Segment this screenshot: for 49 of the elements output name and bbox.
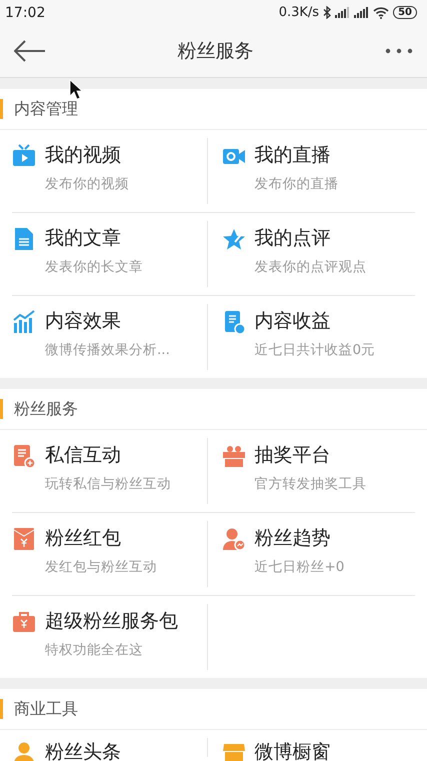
- more-icon: [385, 48, 413, 54]
- service-description: 玩转私信与粉丝互动: [45, 475, 172, 493]
- signal-icon: [335, 7, 350, 18]
- section-title: 粉丝服务: [14, 398, 78, 420]
- gift-icon: [222, 444, 246, 468]
- page-title: 粉丝服务: [176, 39, 254, 64]
- back-button[interactable]: [14, 40, 46, 62]
- service-title[interactable]: 粉丝趋势: [254, 526, 330, 551]
- service-title[interactable]: 内容效果: [45, 309, 121, 334]
- user-icon: [12, 740, 36, 761]
- service-description: 发表你的长文章: [45, 258, 144, 276]
- service-title[interactable]: 抽奖平台: [254, 443, 330, 468]
- message-plus-icon: [12, 444, 36, 468]
- wifi-icon: [373, 6, 390, 18]
- service-description: 发表你的点评观点: [254, 258, 368, 276]
- section-title: 商业工具: [14, 698, 78, 720]
- service-title[interactable]: 我的点评: [254, 226, 330, 251]
- star-pen-icon: [222, 226, 246, 250]
- envelope-icon: [12, 526, 36, 550]
- network-speed: 0.3K/s: [278, 5, 320, 20]
- service-description: 发红包与粉丝互动: [45, 558, 158, 576]
- more-button[interactable]: [385, 48, 413, 54]
- service-title[interactable]: 我的视频: [45, 143, 121, 168]
- service-description: 近七日粉丝+0: [254, 558, 346, 576]
- service-description: 近七日共计收益0元: [254, 341, 376, 359]
- bluetooth-icon: [323, 6, 332, 19]
- service-title[interactable]: 私信互动: [45, 443, 121, 468]
- service-description: 发布你的视频: [45, 175, 130, 193]
- clock-time: 17:02: [5, 4, 46, 20]
- service-title[interactable]: 超级粉丝服务包: [45, 609, 178, 634]
- back-arrow-icon: [14, 40, 46, 62]
- user-trend-icon: [222, 526, 246, 550]
- service-description: 特权功能全在这: [45, 641, 144, 659]
- service-title[interactable]: 我的直播: [254, 143, 330, 168]
- document-icon: [12, 226, 36, 250]
- service-title[interactable]: 粉丝红包: [45, 526, 121, 551]
- service-description: 发布你的直播: [254, 175, 340, 193]
- service-title[interactable]: 粉丝头条: [45, 740, 121, 761]
- bar-chart-icon: [12, 310, 36, 334]
- section-title: 内容管理: [14, 98, 78, 120]
- briefcase-icon: [12, 610, 36, 634]
- service-description: 官方转发抽奖工具: [254, 475, 368, 493]
- battery-indicator: 50: [393, 6, 417, 19]
- signal-icon: [354, 7, 370, 18]
- service-title[interactable]: 我的文章: [45, 226, 121, 251]
- service-title[interactable]: 内容收益: [254, 309, 330, 334]
- service-description: 微博传播效果分析...: [45, 341, 171, 359]
- service-title[interactable]: 微博橱窗: [254, 740, 330, 761]
- tv-play-icon: [12, 144, 36, 168]
